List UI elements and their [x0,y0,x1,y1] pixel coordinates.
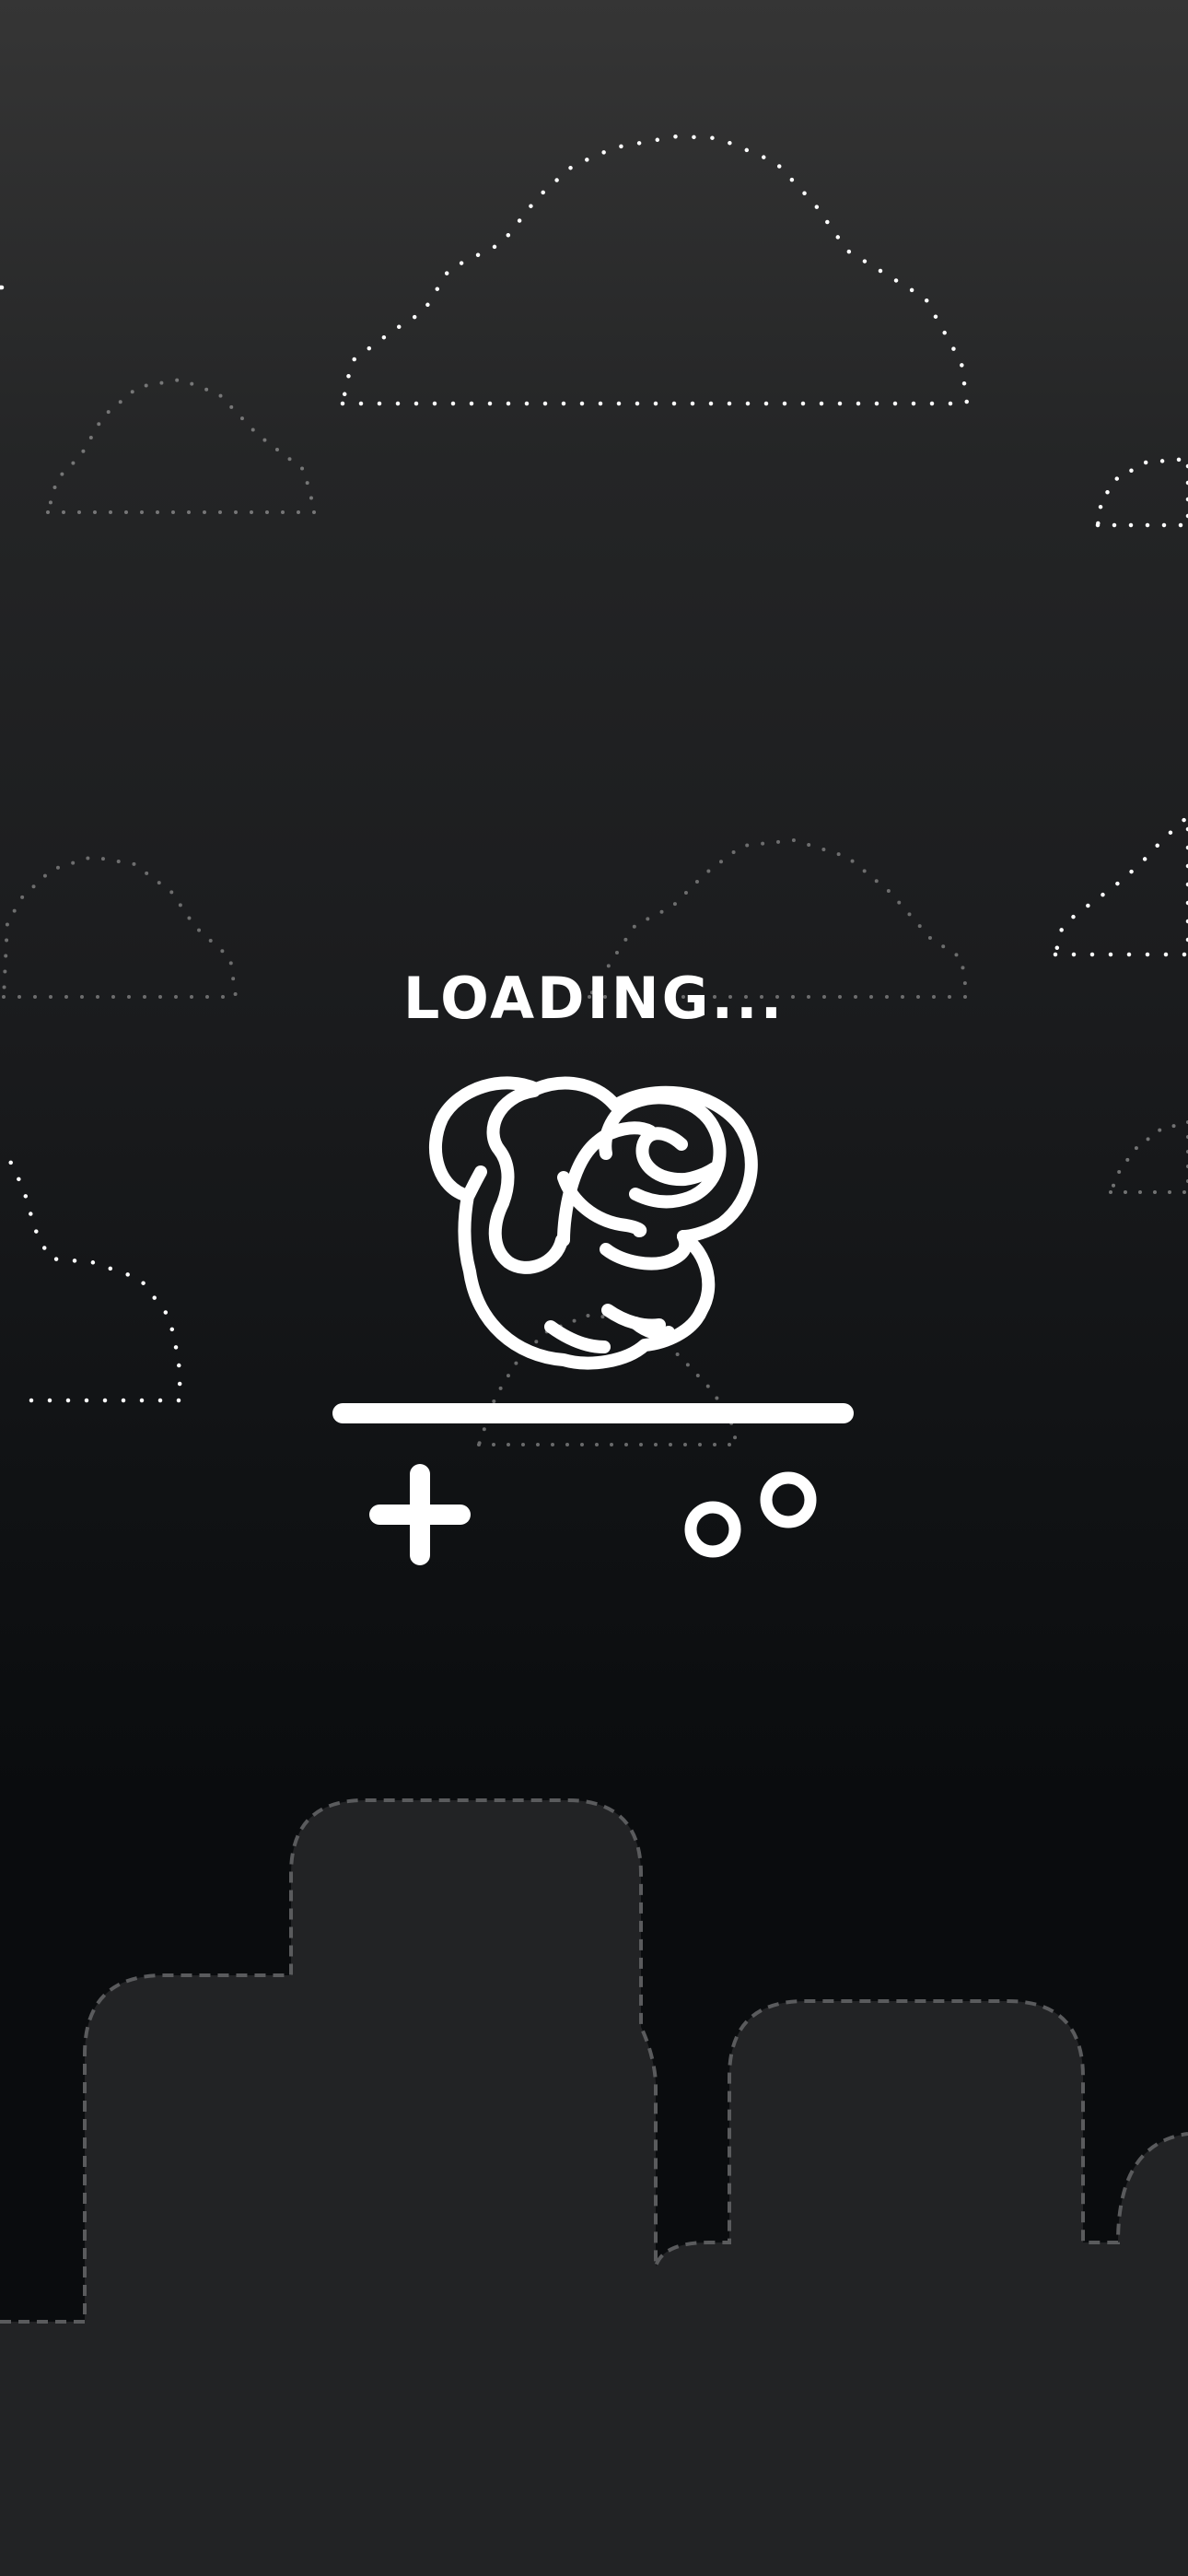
hills-silhouette [0,1798,1188,2576]
cloud-faint-left-top [45,377,318,514]
cloud-right-top [1095,456,1188,528]
cracker-bread-icon [428,1076,758,1370]
cloud-left-low [0,1154,183,1403]
bubbles-icon [684,1471,817,1558]
background-scene [0,134,1188,2576]
plus-icon [369,1464,471,1565]
loading-label: LOADING... [402,965,786,1032]
cloud-large-top [340,134,970,406]
cloud-faint-center-low [476,1313,740,1446]
cloud-faint-right-low [1108,1119,1188,1194]
cloud-right-mid [1053,813,1188,957]
